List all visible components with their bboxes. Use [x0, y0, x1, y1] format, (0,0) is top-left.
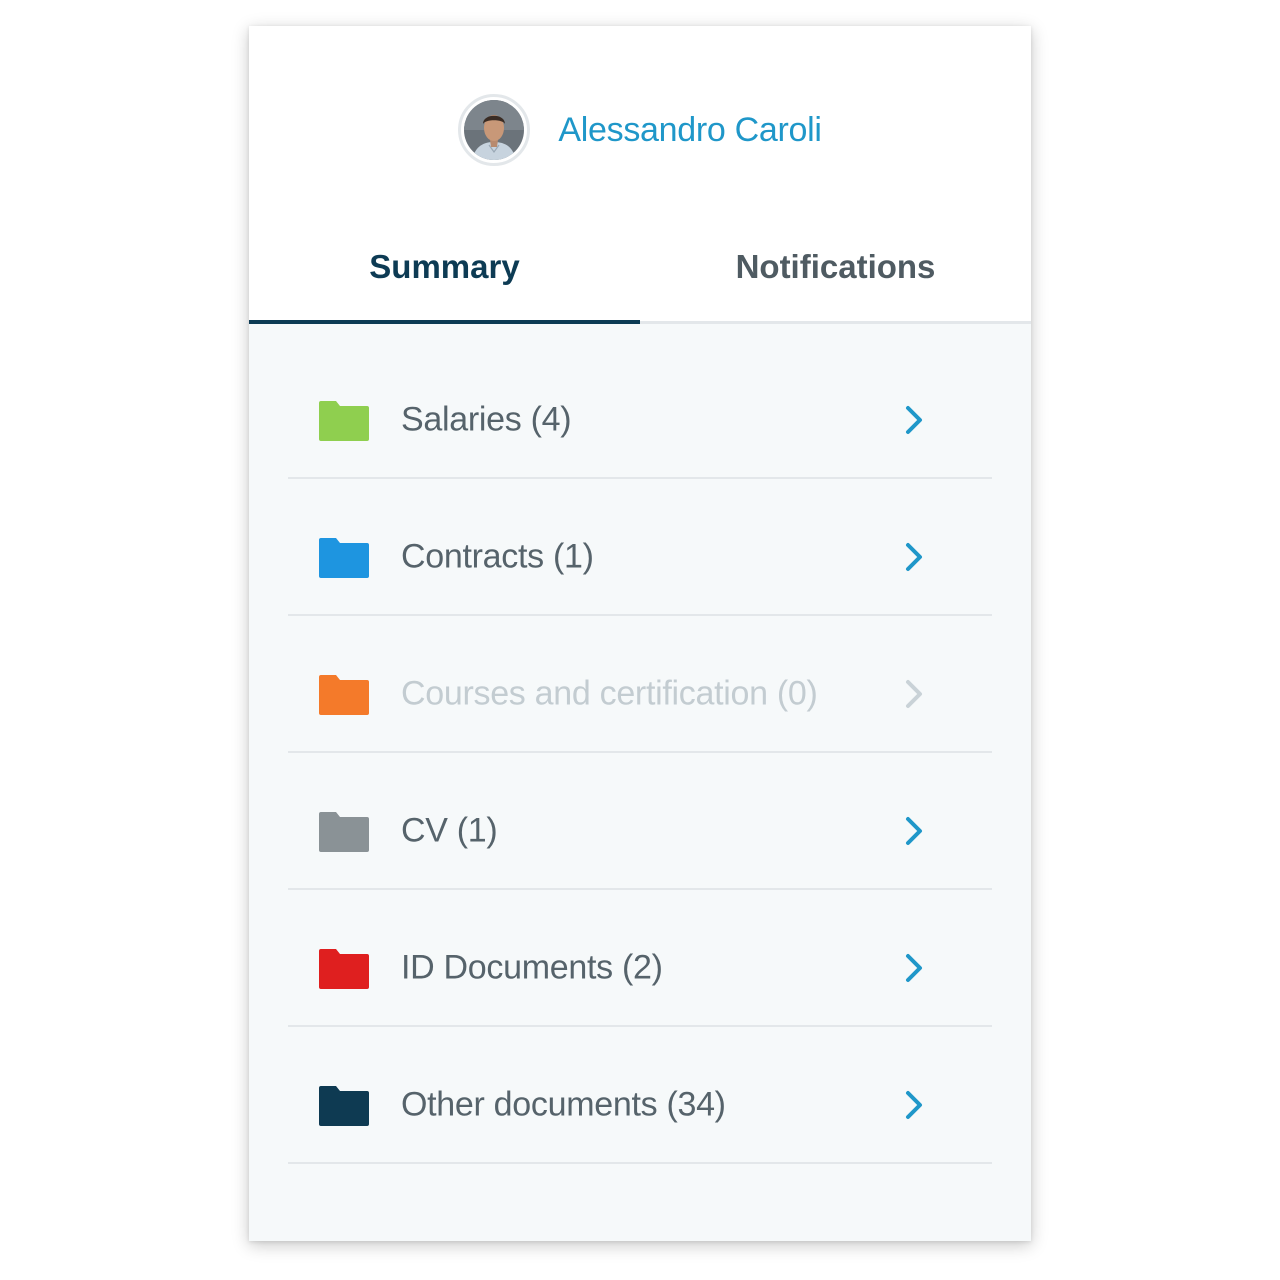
- folder-row-courses[interactable]: Courses and certification (0): [288, 616, 992, 753]
- tab-summary[interactable]: Summary: [249, 236, 640, 324]
- chevron-right-icon[interactable]: [900, 952, 928, 984]
- folder-icon: [319, 538, 369, 578]
- tab-bar: Summary Notifications: [249, 236, 1031, 324]
- folder-row-contracts[interactable]: Contracts (1): [288, 479, 992, 616]
- avatar-photo: [464, 100, 525, 160]
- folder-label: CV (1): [401, 811, 498, 850]
- folder-icon: [319, 812, 369, 852]
- user-name[interactable]: Alessandro Caroli: [558, 111, 822, 150]
- folder-label: Other documents (34): [401, 1085, 726, 1124]
- chevron-right-icon[interactable]: [900, 678, 928, 710]
- card-header: Alessandro Caroli Summary Notifications: [249, 26, 1031, 324]
- tab-notifications[interactable]: Notifications: [640, 236, 1031, 321]
- chevron-right-icon[interactable]: [900, 1089, 928, 1121]
- folder-icon: [319, 675, 369, 715]
- folder-label: Salaries (4): [401, 400, 572, 439]
- folder-list: Salaries (4) Contracts (1) Courses and c…: [288, 342, 992, 1164]
- avatar[interactable]: [458, 94, 531, 166]
- folder-icon: [319, 1086, 369, 1126]
- folder-icon: [319, 949, 369, 989]
- folder-row-cv[interactable]: CV (1): [288, 753, 992, 890]
- folder-row-id-documents[interactable]: ID Documents (2): [288, 890, 992, 1027]
- folder-label: Contracts (1): [401, 537, 594, 576]
- folder-icon: [319, 401, 369, 441]
- folder-label: Courses and certification (0): [401, 674, 818, 713]
- documents-card: Alessandro Caroli Summary Notifications …: [249, 26, 1031, 1241]
- chevron-right-icon[interactable]: [900, 541, 928, 573]
- folder-row-other-documents[interactable]: Other documents (34): [288, 1027, 992, 1164]
- user-profile: Alessandro Caroli: [249, 90, 1031, 170]
- folder-label: ID Documents (2): [401, 948, 663, 987]
- folder-row-salaries[interactable]: Salaries (4): [288, 342, 992, 479]
- chevron-right-icon[interactable]: [900, 815, 928, 847]
- chevron-right-icon[interactable]: [900, 404, 928, 436]
